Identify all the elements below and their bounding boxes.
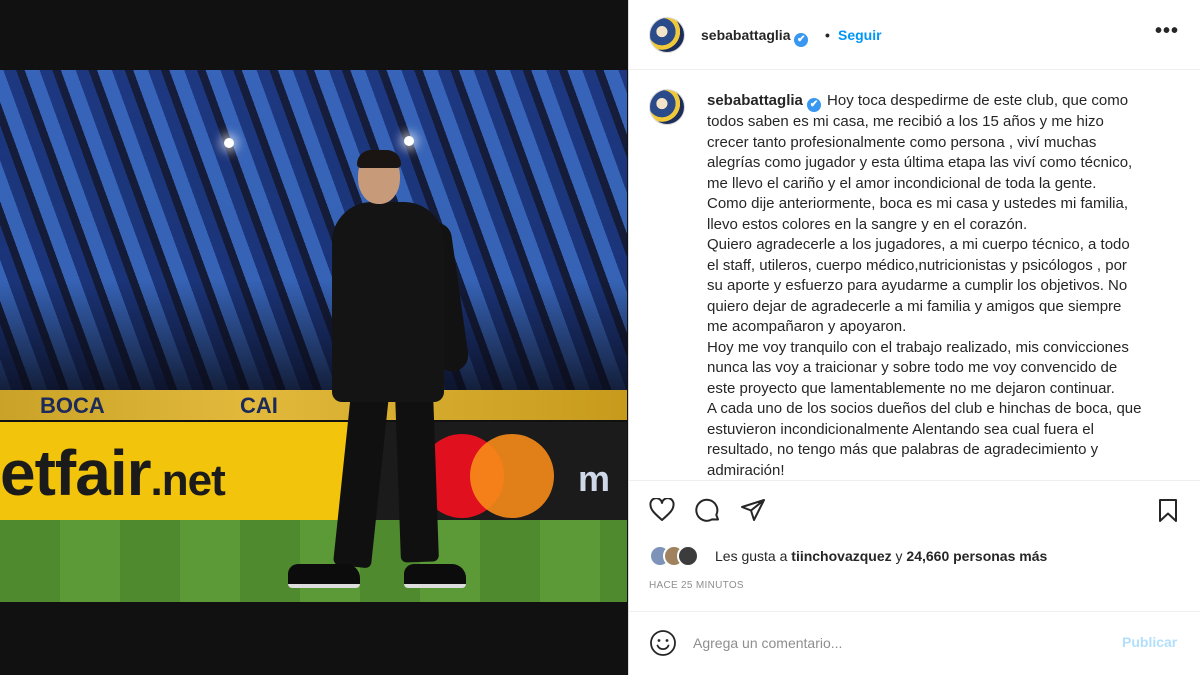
caption-avatar[interactable]	[649, 89, 685, 125]
caption-text: sebabattaglia ✔ Hoy toca despedirme de es…	[707, 91, 1177, 479]
caption-line: el staff, utileros, cuerpo médico,nutric…	[707, 256, 1127, 274]
caption-line: Hoy me voy tranquilo con el trabajo real…	[707, 338, 1129, 356]
coach-leg	[332, 390, 390, 569]
caption-line: admiración!	[707, 461, 785, 479]
caption-line: A cada uno de los socios dueños del club…	[707, 400, 1142, 417]
comment-input[interactable]	[693, 632, 1103, 654]
stadium-light	[224, 138, 234, 148]
heart-icon[interactable]	[649, 498, 675, 522]
verified-badge-icon: ✔	[807, 98, 822, 112]
coach-shoe	[288, 564, 360, 588]
verified-badge-icon: ✔	[794, 33, 809, 47]
caption-line: resultado, no tengo más que palabras de …	[707, 441, 1099, 458]
caption-line: su aporte y esfuerzo para ayudarme a cum…	[707, 277, 1128, 294]
more-options-icon[interactable]: •••	[1155, 20, 1179, 43]
smiley-icon[interactable]	[649, 629, 677, 657]
post-header: sebabattaglia ✔ • Seguir •••	[629, 0, 1200, 70]
ad-board-text: etfair.net	[0, 436, 226, 510]
caption-line: Quiero agradecerle a los jugadores, a mi…	[707, 236, 1130, 253]
caption-line: me acompañaron y apoyaron.	[707, 318, 907, 335]
coach-shoe	[404, 564, 466, 588]
share-icon[interactable]	[740, 498, 766, 522]
caption-line: me llevo el cariño y el amor incondicion…	[707, 174, 1097, 192]
caption-line: este proyecto que lamentablemente no me …	[707, 379, 1115, 397]
sponsor-logo-orange-circle	[470, 434, 554, 518]
caption-line-text: Hoy toca despedirme de este club, que co…	[827, 92, 1129, 109]
publish-button[interactable]: Publicar	[1122, 634, 1177, 650]
caption-line: sebabattaglia ✔ Hoy toca despedirme de es…	[707, 91, 1177, 112]
caption-line: Como dije anteriormente, boca es mi casa…	[707, 195, 1129, 212]
header-username[interactable]: sebabattaglia ✔	[701, 27, 809, 47]
post-photo[interactable]: BOCA CAI etfair.net m	[0, 70, 627, 602]
sponsor-text: m	[578, 458, 611, 499]
caption-username-text[interactable]: sebabattaglia	[707, 92, 803, 109]
comment-bar: Publicar	[629, 611, 1200, 675]
separator-dot: •	[825, 27, 830, 43]
caption-line: nunca las voy a traicionar y sobre todo …	[707, 359, 1118, 376]
bookmark-icon[interactable]	[1157, 498, 1179, 524]
caption-scroll-area[interactable]: sebabattaglia ✔ Hoy toca despedirme de es…	[629, 71, 1200, 479]
caption-line: llevo estos colores en la sangre y en el…	[707, 215, 1028, 233]
follow-button[interactable]: Seguir	[838, 27, 882, 43]
banner-text-left: BOCA	[40, 393, 105, 418]
likes-connector: y	[895, 548, 903, 564]
post-timestamp[interactable]: HACE 25 MINUTOS	[649, 580, 744, 591]
coach-hair	[357, 150, 401, 168]
avatar[interactable]	[677, 545, 699, 567]
likes-count-link[interactable]: 24,660 personas más	[906, 548, 1047, 564]
header-username-text[interactable]: sebabattaglia	[701, 27, 790, 43]
caption-username[interactable]: sebabattaglia ✔	[707, 92, 822, 112]
liked-by-avatars[interactable]	[649, 545, 709, 569]
caption-line: quiero dejar de agradecerle a mi familia…	[707, 297, 1122, 315]
comment-icon[interactable]	[695, 498, 721, 524]
banner-text-right: CAI	[240, 393, 278, 418]
coach-leg	[395, 391, 439, 563]
stadium-light	[404, 136, 414, 146]
liked-by-user-link[interactable]: tiinchovazquez	[791, 548, 891, 564]
ad-board-main: etfair	[0, 437, 151, 509]
caption-line: alegrías como jugador y esta última etap…	[707, 154, 1133, 171]
likes-prefix: Les gusta a	[715, 548, 788, 564]
action-bar: Les gusta a tiinchovazquez y 24,660 pers…	[629, 480, 1200, 610]
likes-summary: Les gusta a tiinchovazquez y 24,660 pers…	[715, 548, 1047, 564]
post-sidebar: sebabattaglia ✔ • Seguir ••• sebabattagl…	[628, 0, 1200, 675]
coach-coat	[332, 202, 444, 402]
ad-board-suffix: .net	[150, 456, 226, 505]
caption-line: estuvieron incondicionalmente Alentando …	[707, 420, 1094, 438]
instagram-post-view: BOCA CAI etfair.net m sebabattaglia ✔ • …	[0, 0, 1200, 675]
avatar[interactable]	[649, 17, 685, 53]
caption-line: crecer tanto profesionalmente como perso…	[707, 133, 1097, 151]
caption-line: todos saben es mi casa, me recibió a los…	[707, 113, 1104, 130]
coach-figure	[280, 150, 480, 602]
